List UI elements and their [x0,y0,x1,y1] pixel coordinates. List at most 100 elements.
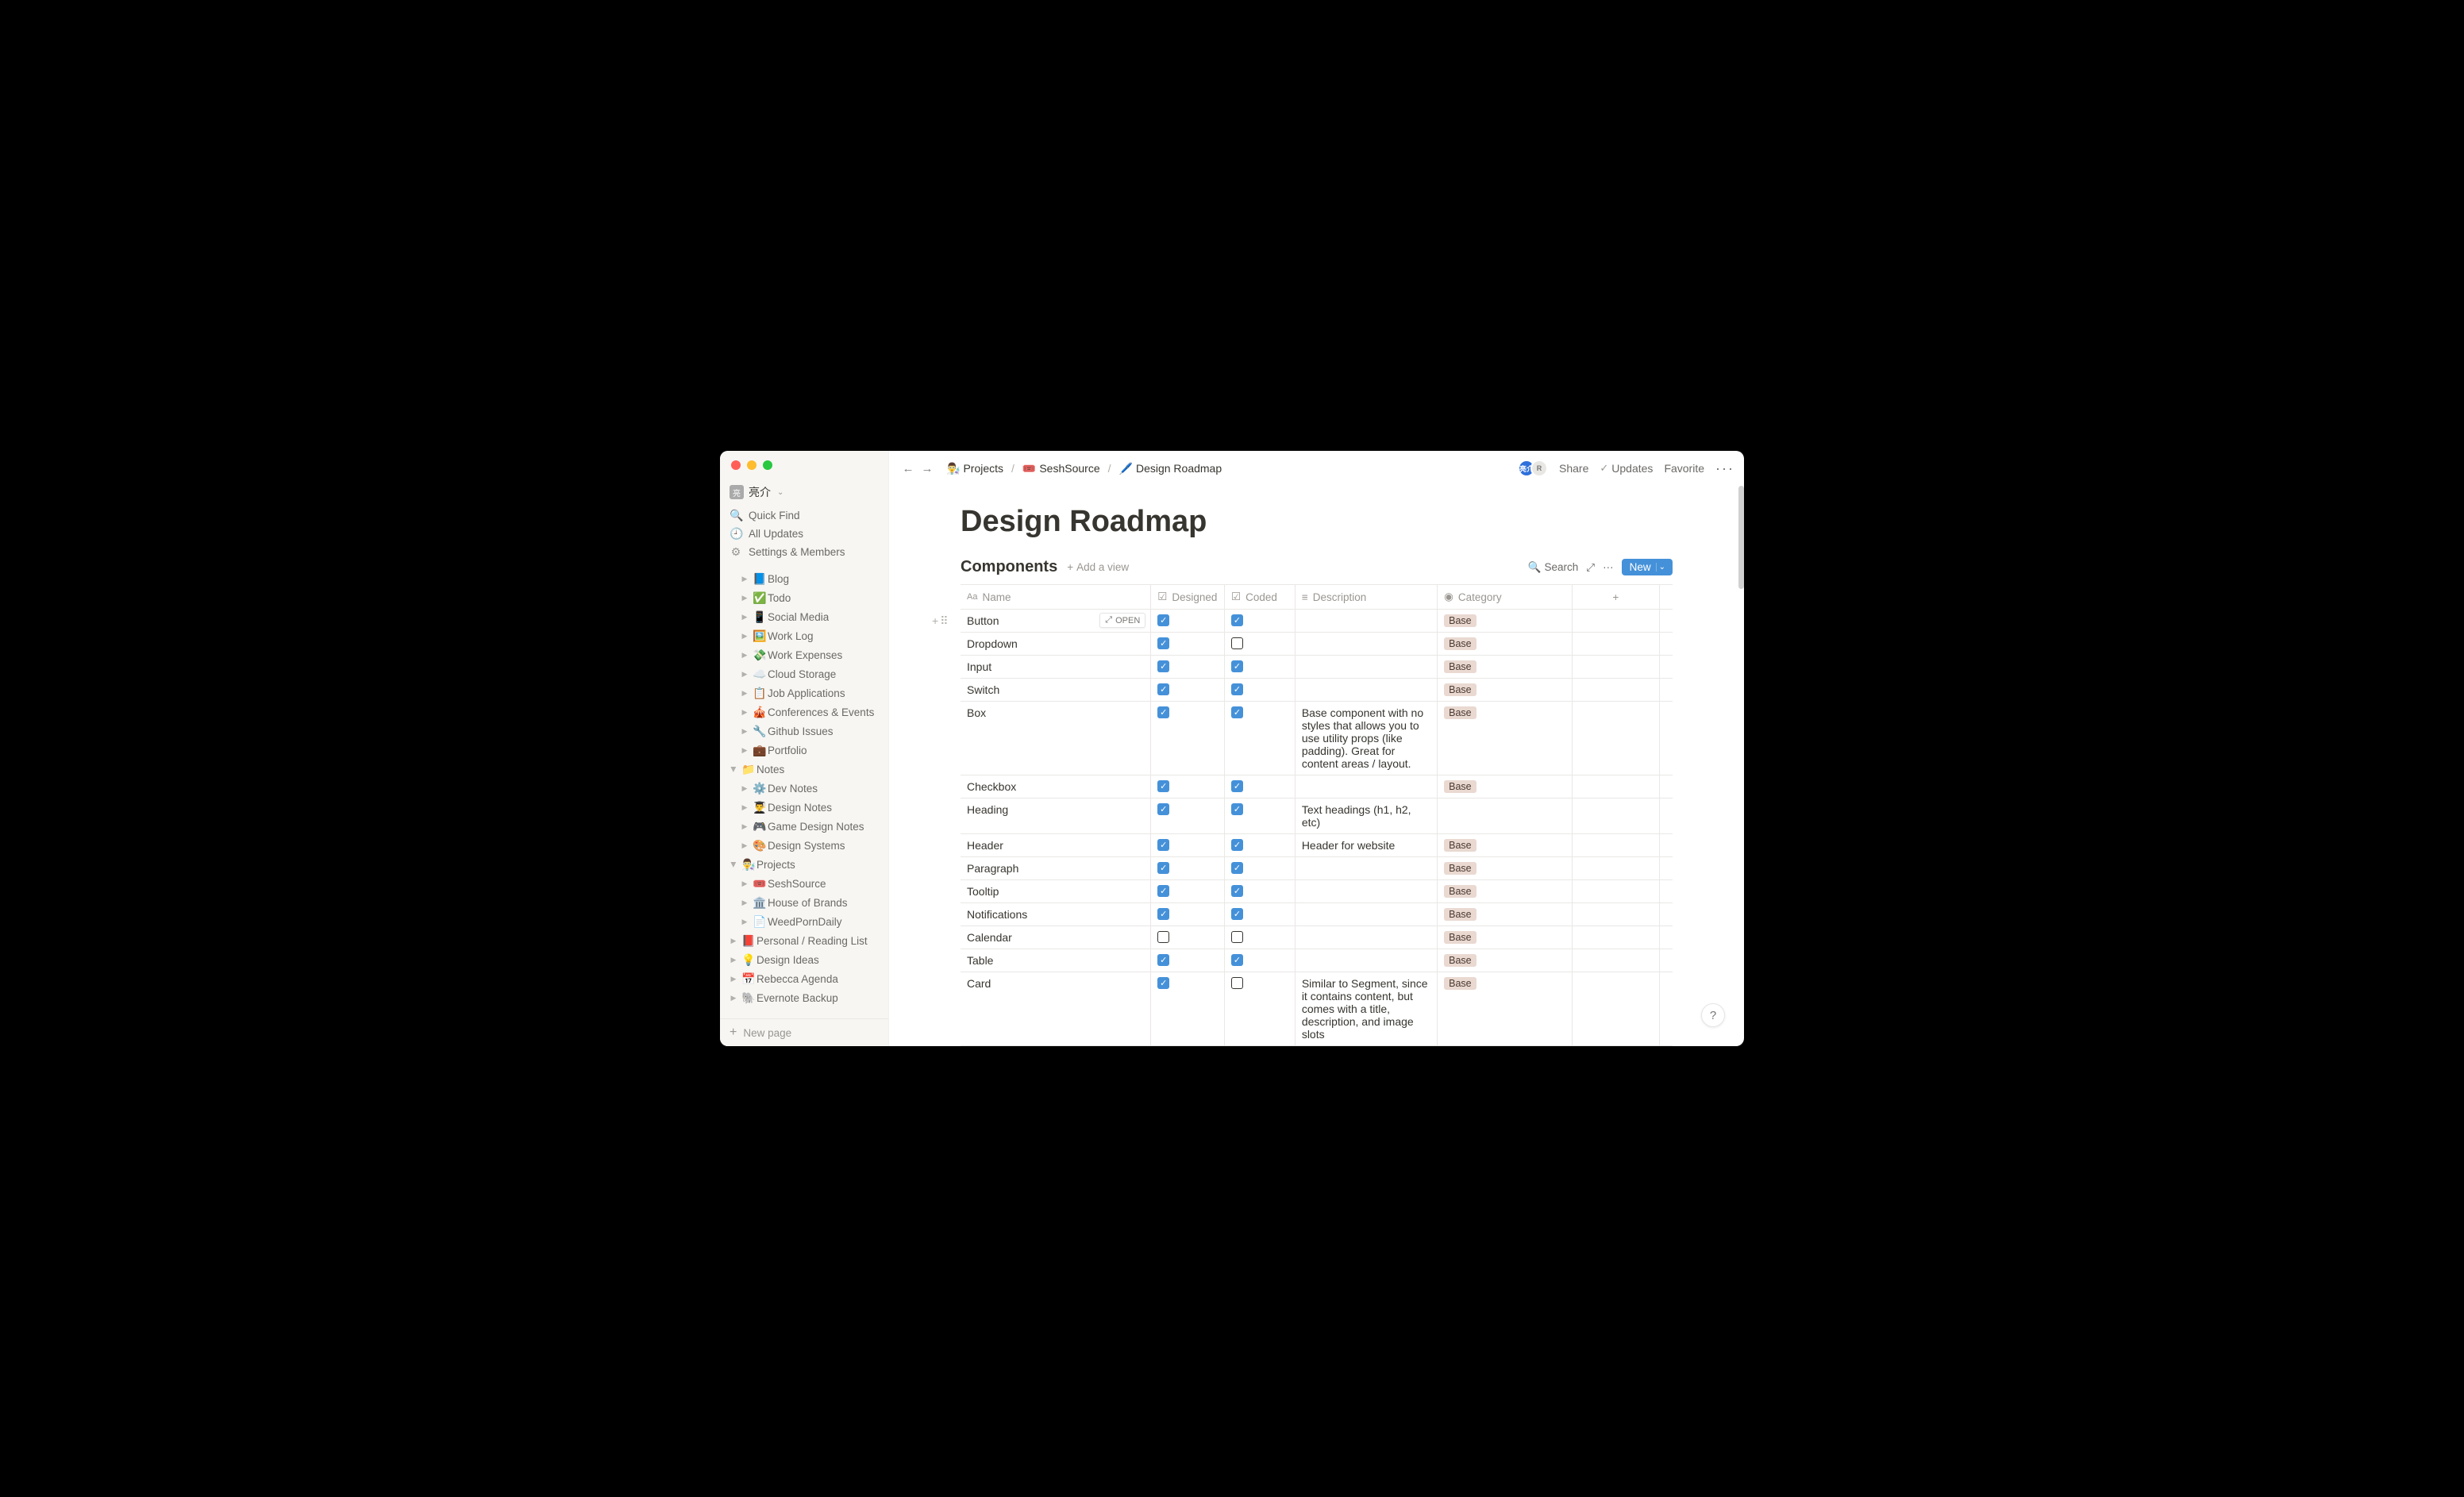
cell-category[interactable]: Base [1438,880,1572,902]
checkbox[interactable]: ✓ [1157,839,1169,851]
disclosure-arrow-icon[interactable]: ▶ [737,899,752,907]
disclosure-arrow-icon[interactable]: ▶ [726,994,741,1002]
cell-coded[interactable]: ✓ [1225,610,1296,632]
cell-category[interactable]: Base [1438,679,1572,701]
cell-designed[interactable]: ✓ [1151,857,1225,879]
disclosure-arrow-icon[interactable]: ▶ [737,803,752,812]
sidebar-page-item[interactable]: ▶📅Rebecca Agenda [723,969,885,988]
checkbox[interactable]: ✓ [1231,908,1243,920]
cell-name[interactable]: Notifications [961,903,1151,926]
cell-designed[interactable]: ✓ [1151,972,1225,1045]
disclosure-arrow-icon[interactable]: ▶ [726,937,741,945]
cell-description[interactable]: Header for website [1296,834,1438,856]
cell-designed[interactable]: ✓ [1151,834,1225,856]
checkbox[interactable]: ✓ [1231,780,1243,792]
checkbox[interactable]: ✓ [1231,885,1243,897]
forward-button[interactable]: → [918,459,937,478]
cell-designed[interactable] [1151,926,1225,949]
disclosure-arrow-icon[interactable]: ▶ [737,727,752,736]
cell-category[interactable]: Base [1438,775,1572,798]
cell-category[interactable]: Base [1438,702,1572,775]
cell-category[interactable]: Base [1438,972,1572,1045]
sidebar-page-item[interactable]: ▶💸Work Expenses [723,645,885,664]
checkbox[interactable]: ✓ [1157,885,1169,897]
table-row[interactable]: + ⠿Button⤢ OPEN✓✓Base [961,610,1673,633]
cell-coded[interactable] [1225,633,1296,655]
checkbox[interactable]: ✓ [1157,908,1169,920]
cell-coded[interactable]: ✓ [1225,949,1296,972]
cell-coded[interactable]: ✓ [1225,702,1296,775]
cell-name[interactable]: Switch [961,679,1151,701]
table-row[interactable]: Table ✓ ✓ Base [961,949,1673,972]
help-button[interactable]: ? [1701,1003,1725,1027]
disclosure-arrow-icon[interactable]: ▶ [730,857,738,872]
table-row[interactable]: Card✓Similar to Segment, since it contai… [961,972,1673,1046]
sidebar-page-item[interactable]: ▶💡Design Ideas [723,950,885,969]
cell-category[interactable]: Base [1438,834,1572,856]
cell-coded[interactable]: ✓ [1225,903,1296,926]
sidebar-page-item[interactable]: ▶👨‍🔬Projects [723,855,885,874]
settings-button[interactable]: ⚙︎ Settings & Members [723,543,885,561]
cell-category[interactable] [1438,799,1572,833]
cell-description[interactable] [1296,656,1438,678]
cell-designed[interactable]: ✓ [1151,799,1225,833]
open-page-button[interactable]: ⤢ OPEN [1099,613,1145,628]
cell-designed[interactable]: ✓ [1151,880,1225,902]
breadcrumb-item[interactable]: 👨‍🔬Projects [943,460,1007,477]
cell-category[interactable]: Base [1438,633,1572,655]
share-button[interactable]: Share [1559,462,1588,475]
minimize-window-button[interactable] [747,460,757,470]
sidebar-page-item[interactable]: ▶🎪Conferences & Events [723,702,885,722]
column-header-name[interactable]: Aa Name [961,585,1151,609]
new-page-button[interactable]: + New page [720,1018,888,1046]
checkbox[interactable]: ✓ [1157,780,1169,792]
cell-description[interactable]: Text headings (h1, h2, etc) [1296,799,1438,833]
checkbox[interactable]: ✓ [1157,706,1169,718]
cell-category[interactable]: Base [1438,857,1572,879]
cell-name[interactable]: Button⤢ OPEN [961,610,1151,632]
cell-coded[interactable]: ✓ [1225,679,1296,701]
disclosure-arrow-icon[interactable]: ▶ [737,841,752,850]
checkbox[interactable]: ✓ [1231,839,1243,851]
cell-description[interactable]: Base component with no styles that allow… [1296,702,1438,775]
all-updates-button[interactable]: 🕘 All Updates [723,525,885,543]
sidebar-page-item[interactable]: ▶📁Notes [723,760,885,779]
disclosure-arrow-icon[interactable]: ▶ [737,613,752,622]
maximize-window-button[interactable] [763,460,772,470]
favorite-button[interactable]: Favorite [1664,462,1704,475]
checkbox[interactable] [1157,931,1169,943]
checkbox[interactable]: ✓ [1231,706,1243,718]
sidebar-page-item[interactable]: ▶🎨Design Systems [723,836,885,855]
sidebar-page-item[interactable]: ▶📋Job Applications [723,683,885,702]
disclosure-arrow-icon[interactable]: ▶ [737,746,752,755]
add-column-button[interactable]: + [1573,585,1660,609]
drag-handle-icon[interactable]: ⠿ [940,614,948,628]
disclosure-arrow-icon[interactable]: ▶ [726,956,741,964]
checkbox[interactable]: ✓ [1157,683,1169,695]
table-row[interactable]: Notifications✓✓Base [961,903,1673,926]
checkbox[interactable]: ✓ [1231,803,1243,815]
cell-name[interactable]: Table [961,949,1151,972]
disclosure-arrow-icon[interactable]: ▶ [737,784,752,793]
disclosure-arrow-icon[interactable]: ▶ [737,708,752,717]
table-row[interactable]: Switch ✓ ✓ Base [961,679,1673,702]
back-button[interactable]: ← [899,459,918,478]
cell-category[interactable]: Base [1438,610,1572,632]
table-row[interactable]: CalendarBase [961,926,1673,949]
sidebar-page-item[interactable]: ▶👨‍🎓Design Notes [723,798,885,817]
cell-description[interactable] [1296,775,1438,798]
table-row[interactable]: Header✓✓Header for websiteBase [961,834,1673,857]
checkbox[interactable]: ✓ [1157,954,1169,966]
sidebar-page-item[interactable]: ▶📱Social Media [723,607,885,626]
checkbox[interactable]: ✓ [1157,660,1169,672]
disclosure-arrow-icon[interactable]: ▶ [737,918,752,926]
cell-name[interactable]: Dropdown [961,633,1151,655]
sidebar-page-item[interactable]: ▶💼Portfolio [723,741,885,760]
cell-category[interactable]: Base [1438,926,1572,949]
cell-designed[interactable]: ✓ [1151,949,1225,972]
cell-designed[interactable]: ✓ [1151,775,1225,798]
checkbox[interactable]: ✓ [1157,637,1169,649]
column-header-description[interactable]: ≡ Description [1296,585,1438,609]
cell-category[interactable]: Base [1438,949,1572,972]
more-menu-button[interactable]: ··· [1715,460,1734,477]
